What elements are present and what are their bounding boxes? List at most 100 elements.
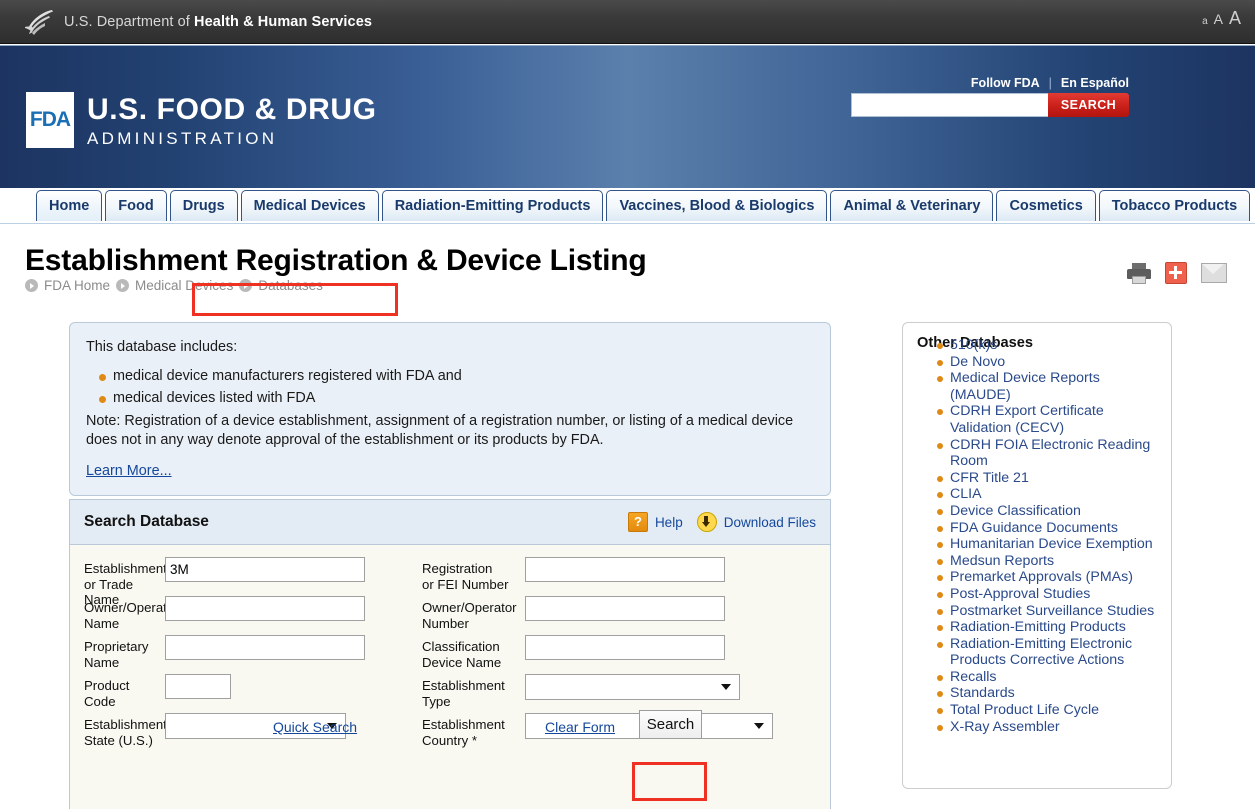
- nav-tab-cosmetics[interactable]: Cosmetics: [996, 190, 1096, 221]
- search-panel-title: Search Database: [84, 513, 209, 530]
- nav-tab-radiation-emitting-products[interactable]: Radiation-Emitting Products: [381, 190, 604, 221]
- other-db-item-510ks[interactable]: 510(k)s: [937, 337, 1159, 354]
- breadcrumb-item-databases[interactable]: Databases: [258, 278, 323, 293]
- question-mark-icon[interactable]: ?: [627, 512, 648, 532]
- nav-tab-tobacco-products[interactable]: Tobacco Products: [1098, 190, 1251, 221]
- other-db-item-device-classification[interactable]: Device Classification: [937, 503, 1159, 520]
- other-db-item-premarket-approvals[interactable]: Premarket Approvals (PMAs): [937, 569, 1159, 586]
- font-size-controls[interactable]: a A A: [1202, 8, 1241, 29]
- fda-wordmark-line1: U.S. FOOD & DRUG: [87, 93, 377, 126]
- field-registration-or-fei-number: Registration or FEI Number: [422, 557, 822, 596]
- hhs-title: U.S. Department of Health & Human Servic…: [64, 13, 373, 30]
- banner-links: Follow FDA | En Español: [971, 76, 1129, 90]
- nav-tab-list: Home Food Drugs Medical Devices Radiatio…: [36, 190, 1251, 221]
- other-db-item-fda-guidance-documents[interactable]: FDA Guidance Documents: [937, 520, 1159, 537]
- help-link[interactable]: Help: [655, 515, 683, 530]
- field-label: Owner/Operator Name: [84, 600, 179, 631]
- breadcrumb-item-fda-home[interactable]: FDA Home: [44, 278, 110, 293]
- fda-wordmark: U.S. FOOD & DRUG ADMINISTRATION: [87, 92, 377, 149]
- print-icon[interactable]: [1127, 262, 1151, 284]
- nav-tab-vaccines-blood-biologics[interactable]: Vaccines, Blood & Biologics: [606, 190, 828, 221]
- download-files-link[interactable]: Download Files: [724, 515, 816, 530]
- other-db-item-cecv[interactable]: CDRH Export Certificate Validation (CECV…: [937, 403, 1159, 436]
- page-action-icons: [1127, 262, 1227, 284]
- download-arrow-icon[interactable]: [696, 512, 717, 532]
- fda-banner: FDA U.S. FOOD & DRUG ADMINISTRATION Foll…: [0, 45, 1255, 188]
- proprietary-name-input[interactable]: [165, 635, 365, 660]
- info-bullet-item: medical device manufacturers registered …: [99, 367, 814, 387]
- pdf-icon[interactable]: [1165, 262, 1187, 284]
- font-size-small[interactable]: a: [1202, 16, 1208, 27]
- hhs-top-bar: U.S. Department of Health & Human Servic…: [0, 0, 1255, 44]
- site-search: SEARCH: [851, 93, 1129, 117]
- other-db-item-medsun-reports[interactable]: Medsun Reports: [937, 553, 1159, 570]
- info-note: Note: Registration of a device establish…: [86, 412, 794, 449]
- fda-mark-box: FDA: [26, 92, 74, 148]
- other-db-item-postmarket-surveillance-studies[interactable]: Postmarket Surveillance Studies: [937, 603, 1159, 620]
- search-panel-header: Search Database ? Help Download Files: [70, 500, 830, 545]
- site-search-input[interactable]: [851, 93, 1048, 117]
- other-db-item-maude[interactable]: Medical Device Reports (MAUDE): [937, 370, 1159, 403]
- other-db-item-post-approval-studies[interactable]: Post-Approval Studies: [937, 586, 1159, 603]
- other-db-item-standards[interactable]: Standards: [937, 685, 1159, 702]
- fda-establishment-registration-page: U.S. Department of Health & Human Servic…: [0, 0, 1255, 809]
- fda-logo[interactable]: FDA U.S. FOOD & DRUG ADMINISTRATION: [26, 92, 377, 149]
- establishment-type-select[interactable]: [525, 674, 740, 700]
- field-label: Classification Device Name: [422, 639, 502, 670]
- breadcrumb-arrow-icon: [239, 279, 253, 292]
- field-establishment-or-trade-name: Establishment or Trade Name: [84, 557, 422, 607]
- database-info-box: This database includes: medical device m…: [69, 322, 831, 496]
- nav-tab-food[interactable]: Food: [105, 190, 167, 221]
- owner-operator-name-input[interactable]: [165, 596, 365, 621]
- other-db-item-radiation-emitting-corrective-actions[interactable]: Radiation-Emitting Electronic Products C…: [937, 636, 1159, 669]
- other-db-item-clia[interactable]: CLIA: [937, 486, 1159, 503]
- other-db-item-cfr-title-21[interactable]: CFR Title 21: [937, 470, 1159, 487]
- info-bullet-list: medical device manufacturers registered …: [86, 367, 814, 409]
- field-classification-device-name: Classification Device Name: [422, 635, 822, 674]
- other-db-item-radiation-emitting-products[interactable]: Radiation-Emitting Products: [937, 619, 1159, 636]
- search-button[interactable]: Search: [639, 710, 702, 739]
- learn-more-link[interactable]: Learn More...: [86, 462, 172, 482]
- font-size-large[interactable]: A: [1229, 8, 1241, 29]
- hhs-eagle-logo: [25, 9, 53, 35]
- field-owner-operator-number: Owner/Operator Number: [422, 596, 822, 635]
- field-label: Proprietary Name: [84, 639, 149, 670]
- info-intro: This database includes:: [86, 339, 238, 355]
- breadcrumb-item-medical-devices[interactable]: Medical Devices: [135, 278, 233, 293]
- link-separator: |: [1048, 76, 1052, 90]
- other-db-item-recalls[interactable]: Recalls: [937, 669, 1159, 686]
- breadcrumb: FDA Home Medical Devices Databases: [25, 278, 323, 293]
- field-label: Owner/Operator Number: [422, 600, 517, 631]
- search-form: Establishment or Trade Name Owner/Operat…: [70, 545, 830, 752]
- main-navigation: Home Food Drugs Medical Devices Radiatio…: [0, 190, 1255, 223]
- other-db-item-x-ray-assembler[interactable]: X-Ray Assembler: [937, 719, 1159, 736]
- page-content: Establishment Registration & Device List…: [0, 223, 1255, 809]
- chevron-down-icon: [721, 684, 731, 690]
- nav-tab-home[interactable]: Home: [36, 190, 103, 221]
- nav-tab-medical-devices[interactable]: Medical Devices: [240, 190, 379, 221]
- email-icon[interactable]: [1201, 263, 1227, 283]
- breadcrumb-arrow-icon: [25, 279, 38, 292]
- establishment-or-trade-name-input[interactable]: [165, 557, 365, 582]
- product-code-input[interactable]: [165, 674, 231, 699]
- font-size-medium[interactable]: A: [1214, 11, 1223, 27]
- registration-or-fei-number-input[interactable]: [525, 557, 725, 582]
- page-title: Establishment Registration & Device List…: [25, 244, 647, 277]
- other-db-item-de-novo[interactable]: De Novo: [937, 354, 1159, 371]
- owner-operator-number-input[interactable]: [525, 596, 725, 621]
- clear-form-link[interactable]: Clear Form: [545, 719, 615, 735]
- other-db-item-total-product-life-cycle[interactable]: Total Product Life Cycle: [937, 702, 1159, 719]
- nav-tab-drugs[interactable]: Drugs: [169, 190, 238, 221]
- other-db-item-humanitarian-device-exemption[interactable]: Humanitarian Device Exemption: [937, 536, 1159, 553]
- classification-device-name-input[interactable]: [525, 635, 725, 660]
- fda-wordmark-line2: ADMINISTRATION: [87, 129, 278, 148]
- nav-tab-animal-veterinary[interactable]: Animal & Veterinary: [830, 190, 994, 221]
- quick-search-link[interactable]: Quick Search: [273, 719, 357, 735]
- other-databases-panel: Other Databases 510(k)s De Novo Medical …: [902, 322, 1172, 789]
- en-espanol-link[interactable]: En Español: [1061, 76, 1129, 90]
- follow-fda-link[interactable]: Follow FDA: [971, 76, 1040, 90]
- search-panel-tools: ? Help Download Files: [627, 512, 816, 532]
- other-db-item-foia-reading-room[interactable]: CDRH FOIA Electronic Reading Room: [937, 437, 1159, 470]
- search-form-footer: Quick Search Clear Form Search: [70, 704, 830, 752]
- site-search-button[interactable]: SEARCH: [1048, 93, 1129, 117]
